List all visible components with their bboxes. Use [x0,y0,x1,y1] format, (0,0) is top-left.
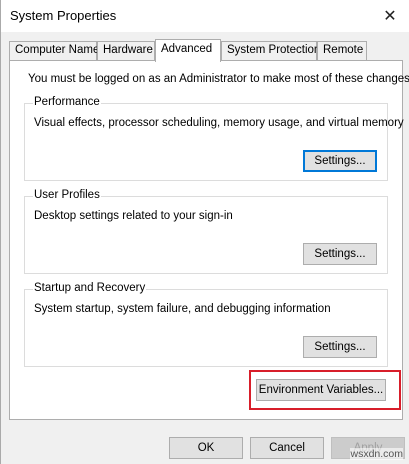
startup-recovery-description: System startup, system failure, and debu… [34,303,331,315]
user-profiles-description: Desktop settings related to your sign-in [34,210,233,222]
watermark: wsxdn.com [350,448,403,460]
startup-recovery-group: Startup and Recovery System startup, sys… [24,282,388,367]
admin-notice: You must be logged on as an Administrato… [28,73,409,85]
advanced-tab-panel: You must be logged on as an Administrato… [9,60,409,420]
tab-hardware[interactable]: Hardware [97,41,155,61]
window-title: System Properties [10,8,117,23]
title-bar: System Properties ✕ [1,0,409,32]
performance-description: Visual effects, processor scheduling, me… [34,117,404,129]
tab-advanced[interactable]: Advanced [155,39,221,62]
cancel-button[interactable]: Cancel [250,437,324,459]
user-profiles-group: User Profiles Desktop settings related t… [24,189,388,274]
highlight-box [249,370,401,410]
user-profiles-settings-button[interactable]: Settings... [303,243,377,265]
tab-remote[interactable]: Remote [317,41,367,61]
startup-recovery-settings-button[interactable]: Settings... [303,336,377,358]
performance-label: Performance [33,96,101,108]
ok-button[interactable]: OK [169,437,243,459]
performance-settings-button[interactable]: Settings... [303,150,377,172]
system-properties-window: System Properties ✕ Computer Name Hardwa… [0,0,409,464]
user-profiles-label: User Profiles [33,189,101,201]
tab-computer-name[interactable]: Computer Name [9,41,99,61]
close-icon[interactable]: ✕ [370,0,409,32]
tab-strip: Computer Name Hardware Advanced System P… [9,39,404,62]
performance-group: Performance Visual effects, processor sc… [24,96,404,181]
tab-system-protection[interactable]: System Protection [221,41,320,61]
startup-recovery-label: Startup and Recovery [33,282,147,294]
